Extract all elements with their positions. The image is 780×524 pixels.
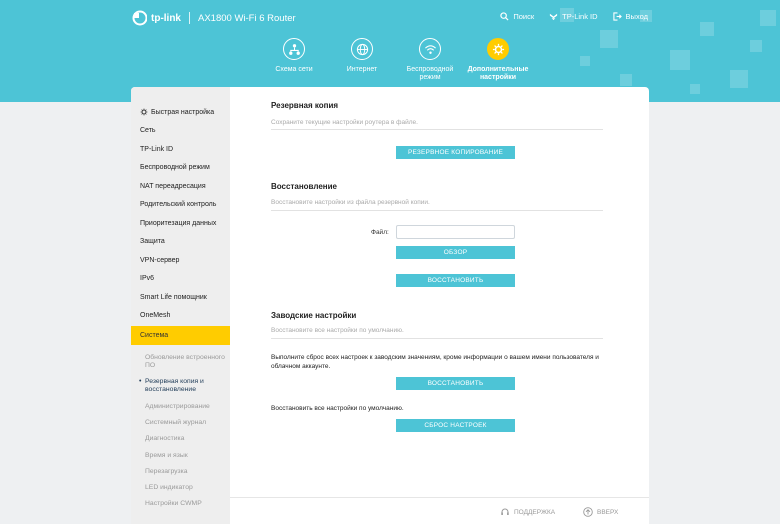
factory-reset-all-text: Восстановить все настройки по умолчанию. bbox=[271, 405, 404, 412]
backup-title: Резервная копия bbox=[271, 101, 339, 110]
search-icon bbox=[500, 12, 509, 21]
sidebar-item-security[interactable]: Защита bbox=[131, 233, 230, 252]
sidebar-item-tplink-id[interactable]: TP-Link ID bbox=[131, 140, 230, 159]
sidebar-item-network[interactable]: Сеть bbox=[131, 122, 230, 141]
router-model: AX1800 Wi-Fi 6 Router bbox=[198, 12, 296, 24]
wifi-icon bbox=[424, 44, 436, 54]
tplink-id-link[interactable]: TP-Link ID bbox=[549, 12, 598, 21]
submenu-backup-restore[interactable]: Резервная копия и восстановление bbox=[131, 374, 230, 399]
arrow-up-icon bbox=[583, 507, 593, 517]
sidebar-item-label: Приоритезация данных bbox=[140, 219, 217, 227]
sidebar-item-quick-setup[interactable]: Быстрая настройка bbox=[131, 103, 230, 122]
sidebar-item-label: Защита bbox=[140, 238, 165, 246]
sidebar-item-label: Родительский контроль bbox=[140, 201, 217, 209]
factory-desc: Восстановите все настройки по умолчанию. bbox=[271, 327, 404, 334]
submenu-administration[interactable]: Администрирование bbox=[131, 399, 230, 415]
back-to-top-label: ВВЕРХ bbox=[597, 508, 619, 516]
sidebar-item-wireless[interactable]: Беспроводной режим bbox=[131, 159, 230, 178]
file-input[interactable] bbox=[396, 225, 515, 239]
nav-advanced-label: Дополнительные настройки bbox=[467, 66, 529, 81]
file-label: Файл: bbox=[371, 229, 389, 236]
sidebar-item-qos[interactable]: Приоритезация данных bbox=[131, 214, 230, 233]
nav-network-map-label: Схема сети bbox=[275, 66, 313, 73]
submenu-system-log[interactable]: Системный журнал bbox=[131, 415, 230, 431]
nav-network-map[interactable]: Схема сети bbox=[260, 38, 328, 82]
nav-wireless-label: Беспроводной режим bbox=[406, 66, 454, 81]
restore-desc: Восстановите настройки из файла резервно… bbox=[271, 199, 430, 206]
factory-restore-button[interactable]: ВОССТАНОВИТЬ bbox=[396, 377, 515, 390]
tplink-logo-icon bbox=[132, 10, 147, 26]
submenu-diagnostics[interactable]: Диагностика bbox=[131, 431, 230, 447]
headset-icon bbox=[501, 508, 509, 515]
divider bbox=[271, 338, 603, 339]
sidebar-item-label: Smart Life помощник bbox=[140, 293, 207, 301]
restore-button[interactable]: ВОССТАНОВИТЬ bbox=[396, 274, 515, 287]
divider bbox=[271, 210, 603, 211]
sidebar-item-label: OneMesh bbox=[140, 312, 171, 320]
sidebar-item-label: Быстрая настройка bbox=[151, 108, 215, 116]
submenu-reboot[interactable]: Перезагрузка bbox=[131, 464, 230, 480]
support-link[interactable]: ПОДДЕРЖКА bbox=[500, 507, 555, 517]
logo-divider bbox=[189, 12, 190, 24]
sidebar-item-label: TP-Link ID bbox=[140, 145, 174, 153]
support-link-label: ПОДДЕРЖКА bbox=[514, 508, 556, 516]
factory-title: Заводские настройки bbox=[271, 311, 357, 320]
logout-link-label: Выход bbox=[625, 12, 648, 21]
back-to-top-link[interactable]: ВВЕРХ bbox=[583, 507, 618, 517]
gear-icon bbox=[140, 108, 148, 116]
sidebar-item-onemesh[interactable]: OneMesh bbox=[131, 307, 230, 326]
gear-icon bbox=[492, 43, 504, 55]
sidebar-item-ipv6[interactable]: IPv6 bbox=[131, 270, 230, 289]
submenu-time-language[interactable]: Время и язык bbox=[131, 448, 230, 464]
backup-button[interactable]: РЕЗЕРВНОЕ КОПИРОВАНИЕ bbox=[396, 146, 515, 159]
sidebar-item-label: NAT переадресация bbox=[140, 182, 206, 190]
sidebar: Быстрая настройка Сеть TP-Link ID Беспро… bbox=[131, 87, 230, 524]
divider bbox=[271, 129, 603, 130]
main-panel: Быстрая настройка Сеть TP-Link ID Беспро… bbox=[131, 87, 649, 524]
logout-icon bbox=[612, 12, 622, 21]
restore-title: Восстановление bbox=[271, 182, 337, 191]
sidebar-item-label: Беспроводной режим bbox=[140, 164, 210, 172]
sidebar-item-nat[interactable]: NAT переадресация bbox=[131, 177, 230, 196]
network-map-icon bbox=[288, 43, 300, 55]
sidebar-item-parental-controls[interactable]: Родительский контроль bbox=[131, 196, 230, 215]
tplink-id-link-label: TP-Link ID bbox=[562, 12, 598, 21]
submenu-led[interactable]: LED индикатор bbox=[131, 480, 230, 496]
content-footer: ПОДДЕРЖКА ВВЕРХ bbox=[230, 497, 649, 524]
browse-button[interactable]: ОБЗОР bbox=[396, 246, 515, 259]
brand-name: tp-link bbox=[151, 12, 181, 24]
sidebar-item-system[interactable]: Система bbox=[131, 326, 230, 345]
search-link-label: Поиск bbox=[513, 12, 535, 21]
nav-advanced[interactable]: Дополнительные настройки bbox=[464, 38, 532, 82]
sidebar-item-vpn[interactable]: VPN-сервер bbox=[131, 251, 230, 270]
backup-desc: Сохраните текущие настройки роутера в фа… bbox=[271, 119, 418, 126]
tplink-logo[interactable]: tp-link AX1800 Wi-Fi 6 Router bbox=[131, 9, 296, 27]
sidebar-item-label: Сеть bbox=[140, 127, 156, 135]
search-link[interactable]: Поиск bbox=[500, 12, 534, 21]
nav-internet[interactable]: Интернет bbox=[328, 38, 396, 82]
factory-reset-button[interactable]: СБРОС НАСТРОЕК bbox=[396, 419, 515, 432]
logout-link[interactable]: Выход bbox=[612, 12, 648, 21]
nav-internet-label: Интернет bbox=[346, 66, 378, 73]
submenu-cwmp[interactable]: Настройки CWMP bbox=[131, 496, 230, 512]
nav-wireless[interactable]: Беспроводной режим bbox=[396, 38, 464, 82]
tplink-id-icon bbox=[550, 13, 558, 21]
submenu-firmware-update[interactable]: Обновление встроенного ПО bbox=[131, 350, 230, 375]
factory-reset-info: Выполните сброс всех настроек к заводски… bbox=[271, 354, 599, 370]
sidebar-item-smart-life[interactable]: Smart Life помощник bbox=[131, 288, 230, 307]
system-submenu: Обновление встроенного ПО Резервная копи… bbox=[131, 350, 230, 513]
globe-icon bbox=[356, 43, 368, 55]
sidebar-item-label: VPN-сервер bbox=[140, 256, 180, 264]
content-area: Резервная копия Сохраните текущие настро… bbox=[230, 87, 649, 524]
sidebar-item-label: Система bbox=[140, 331, 169, 339]
sidebar-item-label: IPv6 bbox=[140, 275, 155, 283]
